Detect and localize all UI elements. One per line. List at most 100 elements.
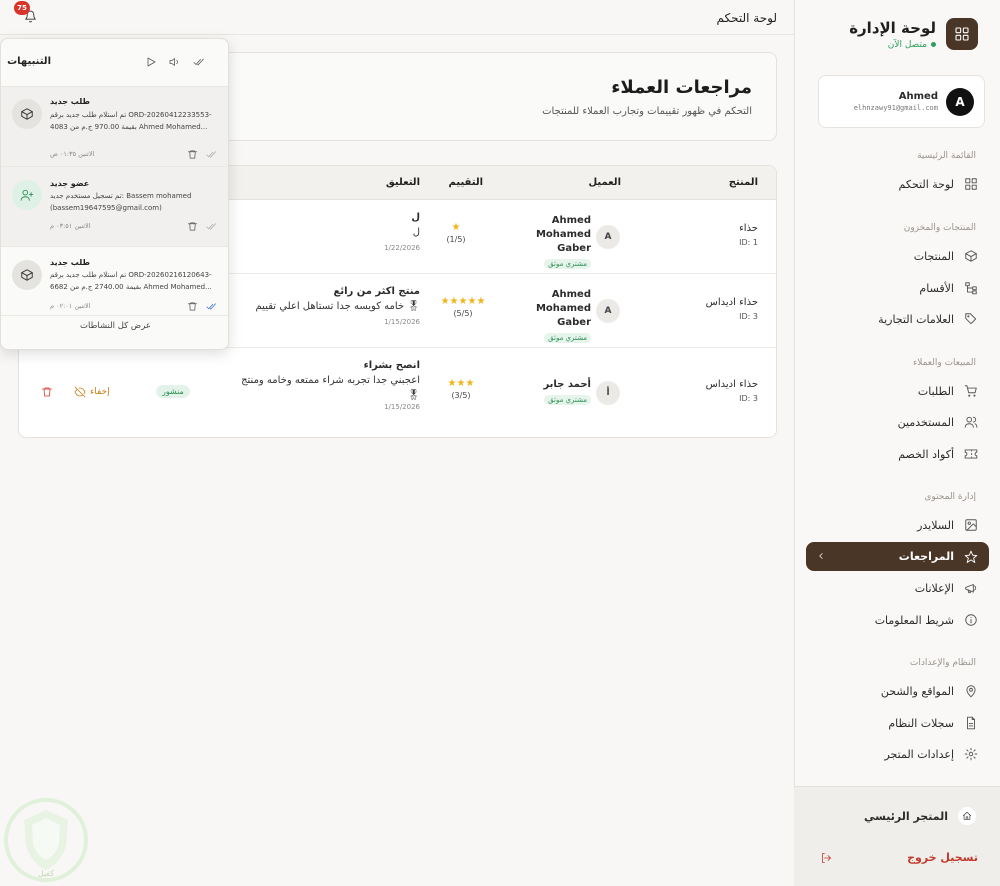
top-bar: لوحة التحكم 75 bbox=[0, 0, 794, 35]
online-status: متصل الآن bbox=[849, 40, 936, 50]
sidebar-item-coupons[interactable]: أكواد الخصم bbox=[822, 443, 978, 465]
customer-name: Ahmed Mohamed Gaber bbox=[535, 215, 591, 254]
sidebar-item-label: الأقسام bbox=[919, 281, 954, 295]
shield-watermark-icon: كفيل bbox=[4, 798, 88, 882]
notifications-header: التنبيهات bbox=[1, 39, 228, 87]
sidebar-item-brands[interactable]: العلامات التجارية bbox=[822, 308, 978, 330]
logout-icon bbox=[822, 852, 831, 863]
header-product: المنتج bbox=[728, 177, 758, 188]
notification-body: تم استلام طلب جديد برقم ORD-202602161206… bbox=[50, 271, 212, 291]
sidebar-item-shipping[interactable]: المواقع والشحن bbox=[822, 680, 978, 702]
play-icon[interactable] bbox=[145, 56, 157, 68]
gear-icon bbox=[964, 747, 978, 761]
user-email: elhnzawy91@gmail.com bbox=[853, 104, 938, 112]
sidebar-item-label: أكواد الخصم bbox=[898, 447, 954, 461]
file-text-icon bbox=[967, 716, 975, 730]
notification-item[interactable]: طلب جديد تم استلام طلب جديد برقم ORD-202… bbox=[1, 247, 228, 315]
grid-icon bbox=[965, 178, 977, 190]
sidebar-item-logs[interactable]: سجلات النظام bbox=[822, 712, 978, 734]
eye-off-icon bbox=[74, 386, 86, 398]
sidebar-item-label: إعدادات المتجر bbox=[884, 747, 954, 761]
mark-read-button[interactable] bbox=[206, 301, 217, 312]
location-pin-icon bbox=[966, 685, 976, 698]
avatar: A bbox=[596, 299, 620, 323]
trash-icon bbox=[188, 302, 197, 311]
delete-notification-button[interactable] bbox=[187, 301, 198, 312]
verified-badge: مشتري موثق bbox=[544, 333, 591, 343]
notification-time: الاثنين ٠٢:٠١ م bbox=[50, 302, 91, 310]
double-check-icon bbox=[206, 151, 216, 158]
trash-icon bbox=[188, 222, 197, 231]
sidebar-item-label: المنتجات bbox=[913, 249, 954, 263]
comment-date: 1/15/2026 bbox=[384, 403, 420, 411]
sidebar-item-label: السلايدر bbox=[917, 518, 954, 532]
trash-icon bbox=[188, 150, 197, 159]
product-cell: حذاء ID: 1 bbox=[638, 223, 758, 247]
sidebar-item-label: سجلات النظام bbox=[888, 716, 954, 730]
delete-notification-button[interactable] bbox=[187, 221, 198, 232]
sidebar-item-label: المواقع والشحن bbox=[880, 684, 954, 698]
dashboard-logo-icon bbox=[946, 18, 978, 50]
home-icon bbox=[958, 807, 976, 825]
delete-notification-button[interactable] bbox=[187, 149, 198, 160]
section-content: إدارة المحتوى bbox=[924, 492, 976, 502]
notifications-panel: التنبيهات طلب جديد تم استلام طلب جديد بر… bbox=[0, 38, 229, 350]
view-all-activity-link[interactable]: عرض كل النشاطات bbox=[1, 321, 228, 331]
volume-icon[interactable] bbox=[169, 56, 181, 68]
sidebar-item-users[interactable]: المستخدمين bbox=[822, 411, 978, 433]
notification-item[interactable]: عضو جديد تم تسجيل مستخدم جديد: Bassem mo… bbox=[1, 167, 228, 247]
customer-name: أحمد جابر bbox=[543, 379, 591, 390]
sidebar-item-infobar[interactable]: شريط المعلومات bbox=[822, 609, 978, 631]
avatar: A bbox=[596, 225, 620, 249]
logout-button[interactable]: تسجيل خروج bbox=[820, 851, 978, 864]
double-check-icon bbox=[206, 223, 216, 230]
hide-label: إخفاء bbox=[90, 387, 110, 397]
mark-read-button[interactable] bbox=[206, 149, 217, 160]
product-id: ID: 3 bbox=[739, 312, 758, 321]
comment-emoji: 🎖 bbox=[407, 390, 420, 401]
section-system: النظام والإعدادات bbox=[909, 658, 976, 668]
double-check-icon bbox=[206, 303, 216, 310]
package-icon bbox=[965, 250, 977, 262]
sidebar-item-orders[interactable]: الطلبات bbox=[822, 380, 978, 402]
rating-cell: ★ (1/5) bbox=[436, 222, 476, 244]
notification-item[interactable]: طلب جديد تم استلام طلب جديد برقم ORD-202… bbox=[1, 87, 228, 167]
comment-cell: انصح بشراء اعجبني جدا تجربه شراء ممتعه و… bbox=[160, 360, 420, 411]
watermark-logo: كفيل bbox=[2, 798, 90, 882]
brand-title: لوحة الإدارة bbox=[849, 18, 936, 37]
product-name: حذاء اديداس bbox=[705, 297, 758, 308]
ticket-icon bbox=[964, 449, 978, 459]
delete-review-button[interactable] bbox=[41, 386, 53, 398]
product-id: ID: 3 bbox=[739, 394, 758, 403]
rating-value: (1/5) bbox=[446, 235, 466, 244]
sidebar-item-label: العلامات التجارية bbox=[878, 312, 954, 326]
rating-cell: ★★★ (3/5) bbox=[436, 378, 486, 400]
sidebar-item-dashboard[interactable]: لوحة التحكم bbox=[822, 173, 978, 195]
sidebar-item-categories[interactable]: الأقسام bbox=[822, 277, 978, 299]
user-card[interactable]: A Ahmed elhnzawy91@gmail.com bbox=[818, 75, 985, 128]
mark-read-button[interactable] bbox=[206, 221, 217, 232]
page-title: مراجعات العملاء bbox=[611, 77, 752, 98]
hide-review-button[interactable]: إخفاء bbox=[74, 386, 110, 398]
star-rating: ★★★★★ bbox=[440, 296, 486, 307]
sidebar-item-ads[interactable]: الإعلانات bbox=[822, 577, 978, 599]
product-cell: حذاء اديداس ID: 3 bbox=[638, 297, 758, 321]
sidebar-item-slider[interactable]: السلايدر bbox=[822, 514, 978, 536]
comment-body: اعجبني جدا تجربه شراء ممتعه وخامه ومنتج bbox=[241, 375, 420, 386]
sidebar-item-reviews[interactable]: المراجعات bbox=[806, 542, 989, 571]
customer-cell: Ahmed Mohamed Gaber مشتري موثق bbox=[501, 214, 591, 269]
main-store-link[interactable]: المتجر الرئيسي bbox=[864, 807, 976, 825]
notifications-title: التنبيهات bbox=[7, 56, 51, 67]
sidebar-item-products[interactable]: المنتجات bbox=[822, 245, 978, 267]
customer-cell: أحمد جابر مشتري موثق bbox=[501, 378, 591, 405]
mark-all-read-icon[interactable] bbox=[193, 56, 205, 68]
online-dot-icon bbox=[931, 42, 936, 47]
header-rating: التقييم bbox=[448, 177, 483, 188]
rating-value: (3/5) bbox=[451, 391, 471, 400]
sidebar-item-settings[interactable]: إعدادات المتجر bbox=[822, 743, 978, 765]
sidebar-item-label: شريط المعلومات bbox=[874, 613, 954, 627]
online-status-text: متصل الآن bbox=[887, 39, 927, 50]
avatar: A bbox=[946, 87, 974, 116]
table-row[interactable]: حذاء اديداس ID: 3 أ أحمد جابر مشتري موثق… bbox=[19, 348, 776, 437]
star-icon bbox=[964, 550, 978, 563]
